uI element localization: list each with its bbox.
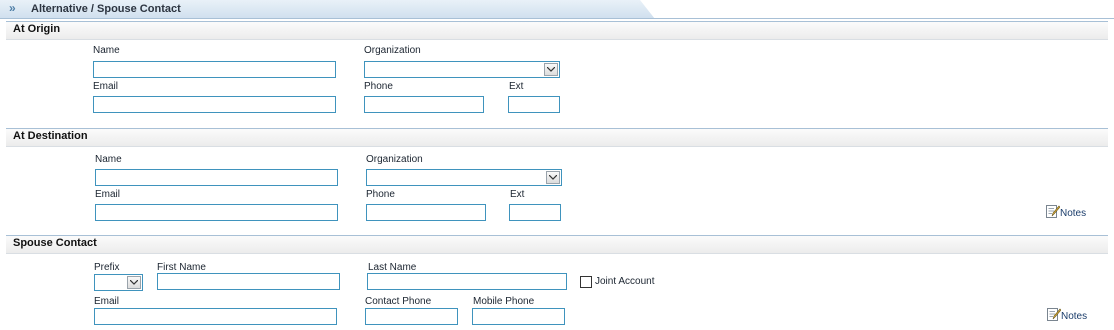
notes-pencil-icon[interactable]	[1046, 204, 1060, 218]
section-title: At Origin	[13, 23, 61, 35]
notes-pencil-icon[interactable]	[1047, 307, 1061, 321]
spouse-mobile-phone-label: Mobile Phone	[473, 296, 535, 307]
spouse-contact-phone-label: Contact Phone	[365, 296, 432, 307]
chevron-down-icon[interactable]	[544, 63, 558, 76]
origin-ext-input[interactable]	[508, 96, 560, 113]
origin-organization-select[interactable]	[364, 61, 560, 78]
origin-name-label: Name	[93, 45, 120, 56]
destination-ext-input[interactable]	[509, 204, 561, 221]
destination-name-label: Name	[95, 154, 122, 165]
destination-ext-label: Ext	[510, 189, 525, 200]
spouse-mobile-phone-input[interactable]	[472, 308, 565, 325]
panel-title: Alternative / Spouse Contact	[31, 3, 181, 15]
origin-phone-input[interactable]	[364, 96, 484, 113]
origin-email-label: Email	[93, 81, 119, 92]
spouse-email-input[interactable]	[94, 308, 337, 325]
spouse-prefix-label: Prefix	[94, 262, 120, 273]
destination-phone-input[interactable]	[366, 204, 486, 221]
chevron-down-icon[interactable]	[546, 171, 560, 184]
section-header-destination: At Destination	[6, 128, 1108, 147]
section-header-origin: At Origin	[6, 21, 1108, 40]
destination-email-input[interactable]	[95, 204, 338, 221]
destination-name-input[interactable]	[95, 169, 338, 186]
origin-name-input[interactable]	[93, 61, 336, 78]
spouse-first-name-label: First Name	[157, 262, 206, 273]
origin-organization-label: Organization	[364, 45, 421, 56]
chevron-down-icon[interactable]	[127, 276, 141, 289]
origin-email-input[interactable]	[93, 96, 336, 113]
spouse-last-name-label: Last Name	[368, 262, 417, 273]
destination-email-label: Email	[95, 189, 121, 200]
destination-organization-select[interactable]	[366, 169, 562, 186]
origin-ext-label: Ext	[509, 81, 524, 92]
spouse-email-label: Email	[94, 296, 120, 307]
spouse-prefix-select[interactable]	[94, 274, 143, 291]
section-title: Spouse Contact	[13, 237, 97, 249]
origin-phone-label: Phone	[364, 81, 393, 92]
joint-account-label: Joint Account	[595, 276, 655, 287]
section-title: At Destination	[13, 130, 88, 142]
double-chevron-right-icon: »	[9, 1, 16, 15]
destination-organization-label: Organization	[366, 154, 423, 165]
section-header-spouse: Spouse Contact	[6, 235, 1108, 254]
spouse-last-name-input[interactable]	[367, 273, 567, 290]
spouse-contact-phone-input[interactable]	[365, 308, 458, 325]
joint-account-checkbox[interactable]	[580, 276, 592, 288]
notes-label[interactable]: Notes	[1061, 311, 1087, 322]
panel-title-bar: » Alternative / Spouse Contact	[0, 0, 1114, 19]
notes-label[interactable]: Notes	[1060, 208, 1086, 219]
destination-phone-label: Phone	[366, 189, 395, 200]
spouse-first-name-input[interactable]	[157, 273, 340, 290]
